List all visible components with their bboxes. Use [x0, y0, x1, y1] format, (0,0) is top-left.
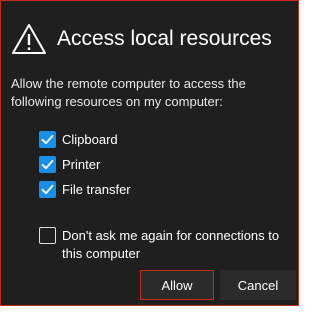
- clipboard-checkbox[interactable]: [39, 131, 56, 148]
- dialog-title: Access local resources: [57, 27, 272, 50]
- description-line-1: Allow the remote computer to access the: [11, 76, 246, 91]
- description-line-2: following resources on my computer:: [11, 94, 223, 109]
- checkmark-icon: [41, 184, 54, 195]
- cancel-button[interactable]: Cancel: [220, 270, 296, 300]
- access-local-resources-dialog: Access local resources Allow the remote …: [0, 0, 299, 306]
- dont-ask-again-line-1: Don't ask me again for connections to: [62, 228, 280, 243]
- printer-label: Printer: [62, 157, 101, 172]
- dialog-description: Allow the remote computer to access the …: [11, 75, 291, 111]
- dont-ask-again-label: Don't ask me again for connections to th…: [62, 227, 279, 263]
- printer-checkbox[interactable]: [39, 156, 56, 173]
- dont-ask-again-line-2: this computer: [62, 246, 141, 261]
- option-clipboard[interactable]: Clipboard: [39, 131, 118, 149]
- clipboard-label: Clipboard: [62, 132, 118, 147]
- file-transfer-checkbox[interactable]: [39, 181, 56, 198]
- warning-icon: [12, 24, 46, 54]
- dont-ask-again-checkbox[interactable]: [39, 227, 56, 244]
- option-dont-ask-again[interactable]: Don't ask me again for connections to th…: [39, 227, 279, 263]
- option-printer[interactable]: Printer: [39, 156, 100, 174]
- dialog-header: Access local resources: [11, 23, 272, 55]
- option-file-transfer[interactable]: File transfer: [39, 181, 131, 199]
- file-transfer-label: File transfer: [62, 182, 131, 197]
- checkmark-icon: [41, 134, 54, 145]
- checkmark-icon: [41, 159, 54, 170]
- allow-button[interactable]: Allow: [140, 270, 214, 300]
